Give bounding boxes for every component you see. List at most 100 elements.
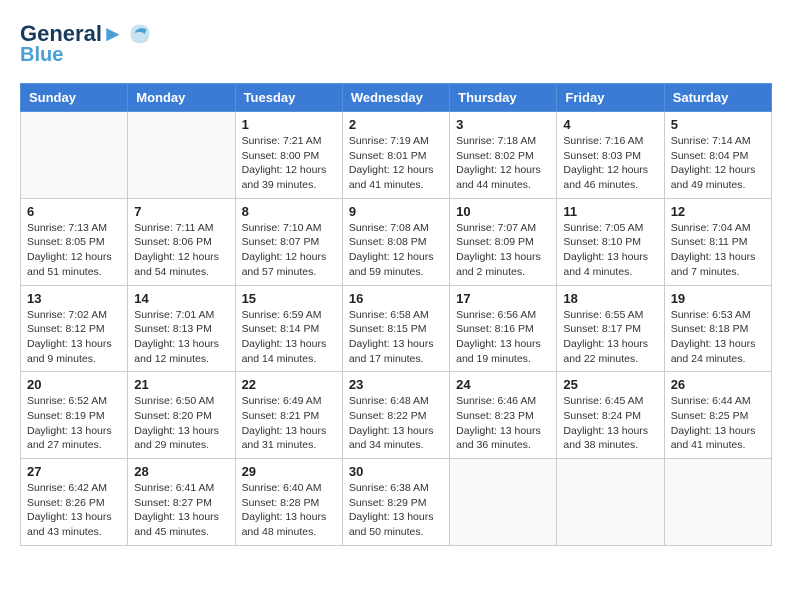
calendar-week-row: 1 Sunrise: 7:21 AM Sunset: 8:00 PM Daylig… (21, 112, 772, 199)
day-number: 1 (242, 117, 336, 132)
calendar-cell: 7 Sunrise: 7:11 AM Sunset: 8:06 PM Daylig… (128, 198, 235, 285)
day-info: Sunrise: 6:56 AM Sunset: 8:16 PM Dayligh… (456, 308, 550, 367)
weekday-header: Monday (128, 84, 235, 112)
day-info: Sunrise: 6:52 AM Sunset: 8:19 PM Dayligh… (27, 394, 121, 453)
calendar-cell: 4 Sunrise: 7:16 AM Sunset: 8:03 PM Daylig… (557, 112, 664, 199)
day-number: 26 (671, 377, 765, 392)
calendar-cell (664, 459, 771, 546)
page-header: General► Blue (20, 20, 772, 67)
calendar-cell: 10 Sunrise: 7:07 AM Sunset: 8:09 PM Dayli… (450, 198, 557, 285)
calendar-cell: 20 Sunrise: 6:52 AM Sunset: 8:19 PM Dayli… (21, 372, 128, 459)
day-info: Sunrise: 6:59 AM Sunset: 8:14 PM Dayligh… (242, 308, 336, 367)
day-info: Sunrise: 7:18 AM Sunset: 8:02 PM Dayligh… (456, 134, 550, 193)
day-number: 21 (134, 377, 228, 392)
day-number: 4 (563, 117, 657, 132)
calendar-cell: 3 Sunrise: 7:18 AM Sunset: 8:02 PM Daylig… (450, 112, 557, 199)
day-number: 11 (563, 204, 657, 219)
day-info: Sunrise: 6:42 AM Sunset: 8:26 PM Dayligh… (27, 481, 121, 540)
day-info: Sunrise: 7:21 AM Sunset: 8:00 PM Dayligh… (242, 134, 336, 193)
logo: General► Blue (20, 20, 154, 67)
day-number: 25 (563, 377, 657, 392)
day-number: 17 (456, 291, 550, 306)
calendar-cell: 8 Sunrise: 7:10 AM Sunset: 8:07 PM Daylig… (235, 198, 342, 285)
day-info: Sunrise: 6:40 AM Sunset: 8:28 PM Dayligh… (242, 481, 336, 540)
calendar-cell: 28Sunrise: 6:41 AM Sunset: 8:27 PM Dayli… (128, 459, 235, 546)
weekday-header: Saturday (664, 84, 771, 112)
day-info: Sunrise: 7:07 AM Sunset: 8:09 PM Dayligh… (456, 221, 550, 280)
day-info: Sunrise: 7:01 AM Sunset: 8:13 PM Dayligh… (134, 308, 228, 367)
calendar-cell: 13 Sunrise: 7:02 AM Sunset: 8:12 PM Dayli… (21, 285, 128, 372)
calendar-cell: 2Sunrise: 7:19 AM Sunset: 8:01 PM Daylig… (342, 112, 449, 199)
calendar-week-row: 20 Sunrise: 6:52 AM Sunset: 8:19 PM Dayli… (21, 372, 772, 459)
calendar-cell: 15 Sunrise: 6:59 AM Sunset: 8:14 PM Dayli… (235, 285, 342, 372)
weekday-header: Friday (557, 84, 664, 112)
calendar-cell: 27 Sunrise: 6:42 AM Sunset: 8:26 PM Dayli… (21, 459, 128, 546)
calendar-cell: 18 Sunrise: 6:55 AM Sunset: 8:17 PM Dayli… (557, 285, 664, 372)
day-number: 19 (671, 291, 765, 306)
day-number: 7 (134, 204, 228, 219)
calendar-cell: 23Sunrise: 6:48 AM Sunset: 8:22 PM Dayli… (342, 372, 449, 459)
calendar-week-row: 6 Sunrise: 7:13 AM Sunset: 8:05 PM Daylig… (21, 198, 772, 285)
calendar-cell: 19 Sunrise: 6:53 AM Sunset: 8:18 PM Dayli… (664, 285, 771, 372)
day-number: 14 (134, 291, 228, 306)
day-info: Sunrise: 7:02 AM Sunset: 8:12 PM Dayligh… (27, 308, 121, 367)
day-info: Sunrise: 6:53 AM Sunset: 8:18 PM Dayligh… (671, 308, 765, 367)
day-number: 23 (349, 377, 443, 392)
calendar-cell: 12Sunrise: 7:04 AM Sunset: 8:11 PM Dayli… (664, 198, 771, 285)
day-number: 12 (671, 204, 765, 219)
day-info: Sunrise: 6:38 AM Sunset: 8:29 PM Dayligh… (349, 481, 443, 540)
day-number: 13 (27, 291, 121, 306)
day-info: Sunrise: 6:44 AM Sunset: 8:25 PM Dayligh… (671, 394, 765, 453)
weekday-header-row: SundayMondayTuesdayWednesdayThursdayFrid… (21, 84, 772, 112)
calendar-cell: 11Sunrise: 7:05 AM Sunset: 8:10 PM Dayli… (557, 198, 664, 285)
day-number: 8 (242, 204, 336, 219)
calendar-cell: 6 Sunrise: 7:13 AM Sunset: 8:05 PM Daylig… (21, 198, 128, 285)
day-info: Sunrise: 6:45 AM Sunset: 8:24 PM Dayligh… (563, 394, 657, 453)
day-number: 3 (456, 117, 550, 132)
day-info: Sunrise: 7:14 AM Sunset: 8:04 PM Dayligh… (671, 134, 765, 193)
day-info: Sunrise: 6:50 AM Sunset: 8:20 PM Dayligh… (134, 394, 228, 453)
calendar-cell: 14 Sunrise: 7:01 AM Sunset: 8:13 PM Dayli… (128, 285, 235, 372)
day-info: Sunrise: 7:11 AM Sunset: 8:06 PM Dayligh… (134, 221, 228, 280)
day-number: 20 (27, 377, 121, 392)
day-number: 16 (349, 291, 443, 306)
day-info: Sunrise: 7:13 AM Sunset: 8:05 PM Dayligh… (27, 221, 121, 280)
day-info: Sunrise: 6:55 AM Sunset: 8:17 PM Dayligh… (563, 308, 657, 367)
calendar-cell (21, 112, 128, 199)
day-info: Sunrise: 7:10 AM Sunset: 8:07 PM Dayligh… (242, 221, 336, 280)
calendar-cell: 21 Sunrise: 6:50 AM Sunset: 8:20 PM Dayli… (128, 372, 235, 459)
calendar-cell: 25 Sunrise: 6:45 AM Sunset: 8:24 PM Dayli… (557, 372, 664, 459)
weekday-header: Wednesday (342, 84, 449, 112)
calendar: SundayMondayTuesdayWednesdayThursdayFrid… (20, 83, 772, 546)
calendar-cell: 5Sunrise: 7:14 AM Sunset: 8:04 PM Daylig… (664, 112, 771, 199)
calendar-cell: 24Sunrise: 6:46 AM Sunset: 8:23 PM Dayli… (450, 372, 557, 459)
calendar-week-row: 13 Sunrise: 7:02 AM Sunset: 8:12 PM Dayli… (21, 285, 772, 372)
calendar-cell (128, 112, 235, 199)
day-number: 15 (242, 291, 336, 306)
calendar-cell: 9Sunrise: 7:08 AM Sunset: 8:08 PM Daylig… (342, 198, 449, 285)
day-info: Sunrise: 7:08 AM Sunset: 8:08 PM Dayligh… (349, 221, 443, 280)
day-info: Sunrise: 6:46 AM Sunset: 8:23 PM Dayligh… (456, 394, 550, 453)
day-number: 30 (349, 464, 443, 479)
weekday-header: Sunday (21, 84, 128, 112)
calendar-cell: 16 Sunrise: 6:58 AM Sunset: 8:15 PM Dayli… (342, 285, 449, 372)
calendar-cell (557, 459, 664, 546)
day-number: 27 (27, 464, 121, 479)
calendar-cell: 26 Sunrise: 6:44 AM Sunset: 8:25 PM Dayli… (664, 372, 771, 459)
weekday-header: Tuesday (235, 84, 342, 112)
logo-text: General► (20, 22, 124, 46)
day-number: 18 (563, 291, 657, 306)
calendar-cell (450, 459, 557, 546)
day-number: 10 (456, 204, 550, 219)
day-info: Sunrise: 7:16 AM Sunset: 8:03 PM Dayligh… (563, 134, 657, 193)
logo-icon (126, 20, 154, 48)
day-info: Sunrise: 6:58 AM Sunset: 8:15 PM Dayligh… (349, 308, 443, 367)
calendar-cell: 22Sunrise: 6:49 AM Sunset: 8:21 PM Dayli… (235, 372, 342, 459)
day-info: Sunrise: 6:41 AM Sunset: 8:27 PM Dayligh… (134, 481, 228, 540)
day-number: 29 (242, 464, 336, 479)
calendar-cell: 1 Sunrise: 7:21 AM Sunset: 8:00 PM Daylig… (235, 112, 342, 199)
calendar-cell: 30 Sunrise: 6:38 AM Sunset: 8:29 PM Dayli… (342, 459, 449, 546)
day-info: Sunrise: 7:19 AM Sunset: 8:01 PM Dayligh… (349, 134, 443, 193)
calendar-week-row: 27 Sunrise: 6:42 AM Sunset: 8:26 PM Dayli… (21, 459, 772, 546)
day-number: 6 (27, 204, 121, 219)
